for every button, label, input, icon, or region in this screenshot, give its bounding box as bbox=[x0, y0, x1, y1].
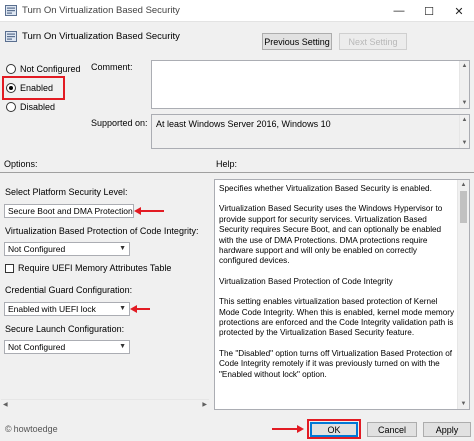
radio-label: Enabled bbox=[20, 83, 54, 93]
radio-enabled[interactable]: Enabled bbox=[6, 83, 53, 93]
setting-name: Turn On Virtualization Based Security bbox=[22, 31, 180, 42]
secure-launch-label: Secure Launch Configuration: bbox=[5, 324, 125, 334]
scroll-left-icon[interactable]: ◀ bbox=[3, 401, 8, 408]
help-paragraph: The "Disabled" option turns off Virtuali… bbox=[219, 348, 453, 379]
uefi-table-label: Require UEFI Memory Attributes Table bbox=[18, 263, 172, 273]
copyright-icon: © bbox=[5, 424, 12, 434]
chevron-down-icon: ▼ bbox=[119, 343, 126, 350]
help-paragraph: Virtualization Based Protection of Code … bbox=[219, 276, 393, 286]
supported-on-value: At least Windows Server 2016, Windows 10 bbox=[156, 119, 331, 129]
radio-label: Not Configured bbox=[20, 64, 81, 74]
code-integrity-select[interactable]: Not Configured ▼ bbox=[4, 242, 130, 256]
cancel-button[interactable]: Cancel bbox=[367, 422, 417, 437]
annotation-arrow bbox=[130, 305, 150, 313]
minimize-button[interactable]: — bbox=[384, 0, 414, 22]
scroll-down-icon[interactable]: ▼ bbox=[460, 138, 469, 148]
watermark: © howtoedge bbox=[5, 424, 58, 434]
close-button[interactable]: ✕ bbox=[444, 0, 474, 22]
comment-textarea[interactable]: ▲ ▼ bbox=[151, 60, 470, 109]
radio-label: Disabled bbox=[20, 102, 56, 112]
section-divider bbox=[0, 172, 474, 173]
help-panel: Specifies whether Virtualization Based S… bbox=[214, 179, 470, 410]
policy-icon bbox=[5, 31, 17, 42]
help-paragraph: Specifies whether Virtualization Based S… bbox=[219, 184, 432, 193]
previous-setting-button[interactable]: Previous Setting bbox=[262, 33, 332, 50]
ok-button[interactable]: OK bbox=[310, 422, 358, 437]
apply-button[interactable]: Apply bbox=[423, 422, 471, 437]
policy-icon bbox=[5, 5, 17, 16]
supported-scrollbar[interactable]: ▲ ▼ bbox=[459, 115, 469, 148]
scroll-up-icon[interactable]: ▲ bbox=[460, 115, 469, 125]
comment-scrollbar[interactable]: ▲ ▼ bbox=[459, 61, 469, 108]
secure-launch-select[interactable]: Not Configured ▼ bbox=[4, 340, 130, 354]
help-paragraph: Virtualization Based Security uses the W… bbox=[219, 204, 443, 266]
comment-label: Comment: bbox=[91, 62, 133, 72]
credential-guard-select[interactable]: Enabled with UEFI lock ▼ bbox=[4, 302, 130, 316]
supported-on-label: Supported on: bbox=[91, 118, 148, 128]
supported-on-field: At least Windows Server 2016, Windows 10… bbox=[151, 114, 470, 149]
watermark-text: howtoedge bbox=[13, 424, 58, 434]
radio-not-configured[interactable]: Not Configured bbox=[6, 64, 81, 74]
radio-circle[interactable] bbox=[6, 102, 16, 112]
options-horizontal-scrollbar[interactable]: ◀ ▶ bbox=[1, 399, 209, 409]
scroll-down-icon[interactable]: ▼ bbox=[458, 399, 469, 409]
chevron-down-icon: ▼ bbox=[119, 305, 126, 312]
scroll-right-icon[interactable]: ▶ bbox=[202, 401, 207, 408]
annotation-arrow bbox=[134, 207, 164, 215]
uefi-table-checkbox-row[interactable]: Require UEFI Memory Attributes Table bbox=[5, 263, 171, 273]
scroll-down-icon[interactable]: ▼ bbox=[460, 98, 469, 108]
window-title: Turn On Virtualization Based Security bbox=[22, 5, 180, 16]
uefi-table-checkbox[interactable] bbox=[5, 263, 14, 273]
radio-circle[interactable] bbox=[6, 64, 16, 74]
code-integrity-label: Virtualization Based Protection of Code … bbox=[5, 226, 199, 236]
platform-security-select[interactable]: Secure Boot and DMA Protection bbox=[4, 204, 134, 218]
platform-security-label: Select Platform Security Level: bbox=[5, 187, 128, 197]
help-scrollbar[interactable]: ▲ ▼ bbox=[457, 180, 469, 409]
help-text: Specifies whether Virtualization Based S… bbox=[219, 184, 455, 390]
radio-circle[interactable] bbox=[6, 83, 16, 93]
options-panel: Select Platform Security Level: Secure B… bbox=[1, 179, 209, 409]
minimize-icon: — bbox=[393, 5, 405, 17]
close-icon: ✕ bbox=[454, 5, 464, 18]
maximize-button[interactable]: ☐ bbox=[414, 0, 444, 22]
help-paragraph: This setting enables virtualization base… bbox=[219, 297, 455, 338]
chevron-down-icon: ▼ bbox=[119, 245, 126, 252]
title-bar: Turn On Virtualization Based Security — … bbox=[0, 0, 474, 22]
radio-disabled[interactable]: Disabled bbox=[6, 102, 55, 112]
help-section-label: Help: bbox=[216, 159, 238, 169]
scrollbar-thumb[interactable] bbox=[460, 191, 467, 223]
credential-guard-label: Credential Guard Configuration: bbox=[5, 285, 133, 295]
next-setting-button[interactable]: Next Setting bbox=[339, 33, 407, 50]
scroll-up-icon[interactable]: ▲ bbox=[460, 61, 469, 71]
scroll-up-icon[interactable]: ▲ bbox=[458, 180, 469, 190]
maximize-icon: ☐ bbox=[424, 5, 434, 18]
annotation-arrow bbox=[272, 428, 298, 430]
options-section-label: Options: bbox=[4, 159, 38, 169]
